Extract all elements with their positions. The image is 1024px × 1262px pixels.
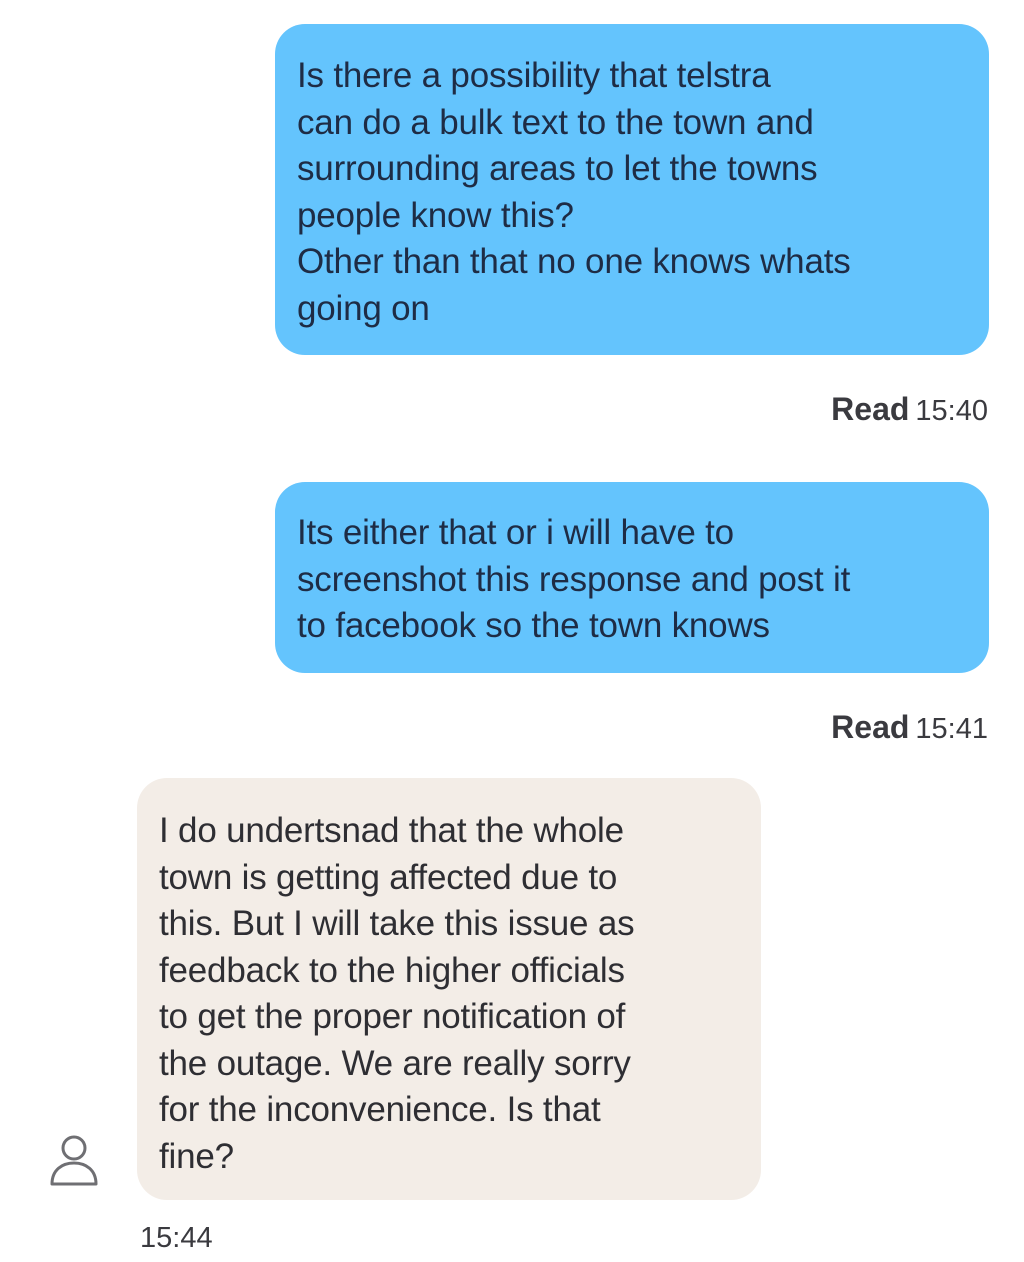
- message-timestamp: 15:40: [915, 395, 988, 427]
- user-outline-icon[interactable]: [44, 1130, 104, 1190]
- message-timestamp: 15:41: [915, 713, 988, 745]
- outgoing-message-bubble[interactable]: Is there a possibility that telstra can …: [275, 24, 989, 355]
- message-read-receipt: Read 15:41: [831, 709, 988, 746]
- read-status-label: Read: [831, 709, 910, 745]
- outgoing-message-bubble[interactable]: Its either that or i will have to screen…: [275, 482, 989, 673]
- read-status-label: Read: [831, 391, 910, 427]
- incoming-message-bubble[interactable]: I do undertsnad that the whole town is g…: [137, 778, 761, 1200]
- message-timestamp: 15:44: [140, 1222, 213, 1254]
- message-read-receipt: Read 15:40: [831, 391, 988, 428]
